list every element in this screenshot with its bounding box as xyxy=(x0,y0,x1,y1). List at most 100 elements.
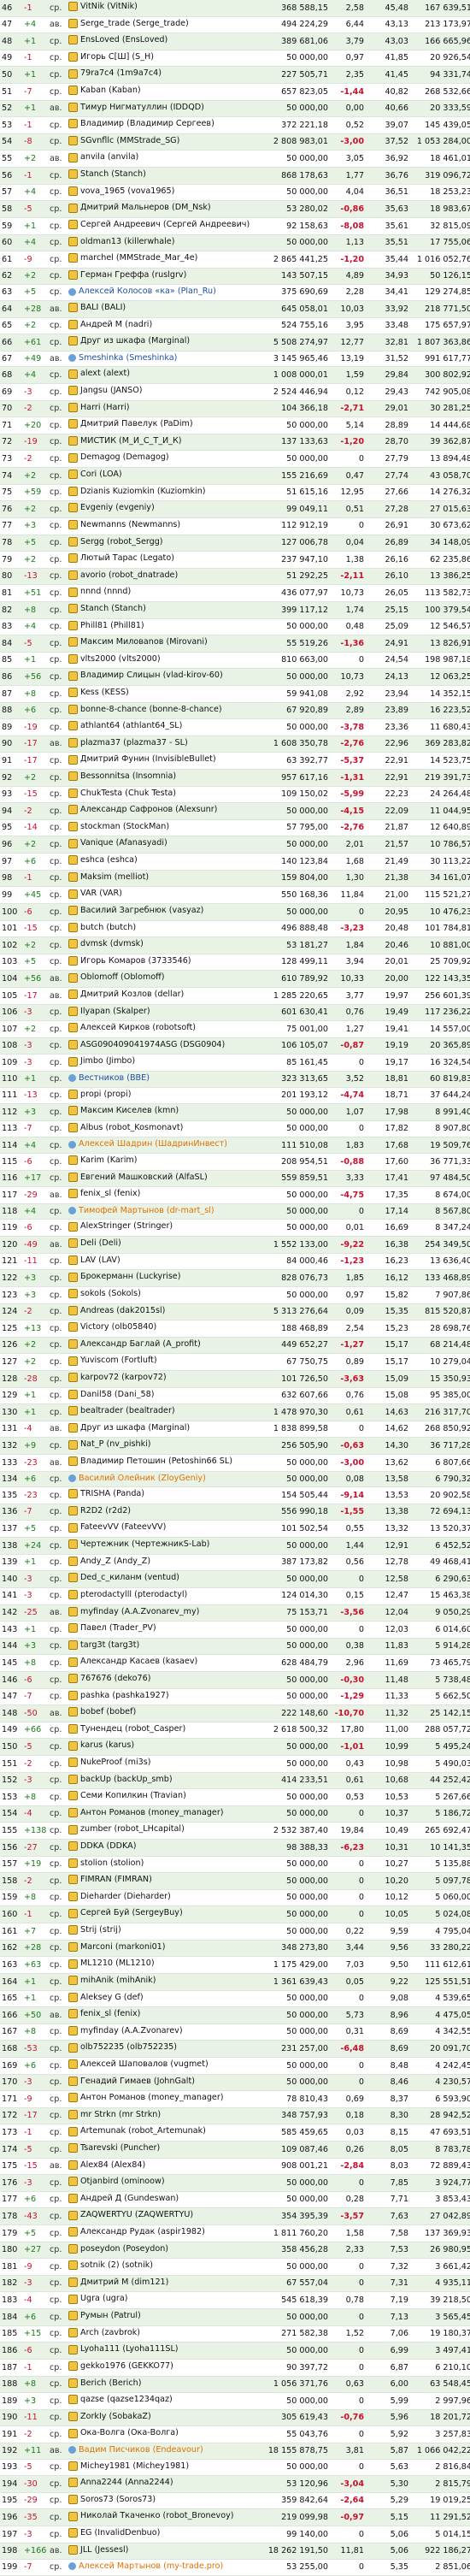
name-cell[interactable]: SGvnfllc (MMStrade_SG) xyxy=(67,133,260,151)
name-cell[interactable]: Nat_P (nv_pishki) xyxy=(67,1437,260,1456)
trader-name-link[interactable]: stockman (StockMan) xyxy=(80,820,169,833)
trader-name-link[interactable]: Victory (olb05840) xyxy=(80,1320,156,1333)
name-cell[interactable]: Брокерманн (Luckyrise) xyxy=(67,1269,260,1287)
trader-name-link[interactable]: Otjanbird (ominoow) xyxy=(80,2175,165,2188)
name-cell[interactable]: sotnik (2) (sotnik) xyxy=(67,2258,260,2276)
name-cell[interactable]: Андрей М (nadri) xyxy=(67,317,260,335)
name-cell[interactable]: AlexStringer (Stringer) xyxy=(67,1219,260,1238)
name-cell[interactable]: Andreas (dak2015sl) xyxy=(67,1303,260,1321)
name-cell[interactable]: athlant64 (athlant64_SL) xyxy=(67,718,260,736)
name-cell[interactable]: Вестников (BBE) xyxy=(67,1071,260,1088)
name-cell[interactable]: Алексей Мартынов (my-trade.pro) xyxy=(67,2559,260,2576)
trader-name-link[interactable]: Тимофей Мартынов (dr-mart_sl) xyxy=(79,1204,214,1217)
name-cell[interactable]: eshca (eshca) xyxy=(67,853,260,871)
name-cell[interactable]: Anna2244 (Anna2244) xyxy=(67,2475,260,2493)
trader-name-link[interactable]: Michey1981 (Michey1981) xyxy=(80,2460,189,2473)
trader-name-link[interactable]: Александр Сафронов (Alexsunr) xyxy=(80,803,217,816)
name-cell[interactable]: Александр Сафронов (Alexsunr) xyxy=(67,802,260,820)
trader-name-link[interactable]: gekko1976 (GEKKO77) xyxy=(80,2360,173,2372)
trader-name-link[interactable]: vova_1965 (vova1965) xyxy=(80,185,174,198)
name-cell[interactable]: vova_1965 (vova1965) xyxy=(67,184,260,202)
trader-name-link[interactable]: bealtrader (bealtrader) xyxy=(80,1404,175,1417)
trader-name-link[interactable]: Aleksey G (def) xyxy=(80,1991,144,2004)
trader-name-link[interactable]: Cori (LOA) xyxy=(80,468,122,481)
trader-name-link[interactable]: zumber (robot_LHcapital) xyxy=(80,1823,185,1835)
name-cell[interactable]: Jangsu (JANSO) xyxy=(67,383,260,401)
trader-name-link[interactable]: Антон Романов (money_manager) xyxy=(80,1806,224,1819)
name-cell[interactable]: Максим Миловanoв (Mirovani) xyxy=(67,635,260,653)
name-cell[interactable]: Семи Копилкин (Travian) xyxy=(67,1788,260,1806)
trader-name-link[interactable]: marchel (MMStrade_Mar_4e) xyxy=(80,251,197,264)
trader-name-link[interactable]: Сергей Буй (SergeyBuy) xyxy=(80,1906,183,1919)
trader-name-link[interactable]: Berich (Berich) xyxy=(80,2377,141,2390)
name-cell[interactable]: Ilyapan (Skalper) xyxy=(67,1004,260,1022)
trader-name-link[interactable]: Strij (strij) xyxy=(80,1923,121,1936)
trader-name-link[interactable]: Александр Баглай (A_profit) xyxy=(80,1338,201,1350)
trader-name-link[interactable]: Marconi (markoni01) xyxy=(80,1941,166,1953)
trader-name-link[interactable]: Deli (Deli) xyxy=(80,1237,121,1250)
trader-name-link[interactable]: Алексей Кирков (robotsoft) xyxy=(80,1021,196,1034)
name-cell[interactable]: Василий Загребнюк (vasyaz) xyxy=(67,903,260,921)
name-cell[interactable]: Генадий Гимаев (JohnGalt) xyxy=(67,2074,260,2092)
name-cell[interactable]: Владимир (Владимир Сергеев) xyxy=(67,116,260,134)
trader-name-link[interactable]: EnsLoved (EnsLoved) xyxy=(80,33,167,46)
trader-name-link[interactable]: Павел (Trader_PV) xyxy=(80,1622,156,1634)
trader-name-link[interactable]: Владимир Слицын (vlad-kirov-60) xyxy=(80,669,223,682)
trader-name-link[interactable]: Ded_c_киланм (ventud) xyxy=(80,1571,179,1584)
trader-name-link[interactable]: Владимир (Владимир Сергеев) xyxy=(80,117,214,130)
name-cell[interactable]: BALI (BALI) xyxy=(67,300,260,318)
trader-name-link[interactable]: backUp (backUp_smb) xyxy=(80,1773,173,1786)
trader-name-link[interactable]: Jangsu (JANSO) xyxy=(80,384,143,397)
name-cell[interactable]: Deli (Deli) xyxy=(67,1236,260,1254)
trader-name-link[interactable]: pashka (pashka1927) xyxy=(80,1689,169,1702)
trader-name-link[interactable]: Румын (Patrul) xyxy=(80,2309,141,2322)
trader-name-link[interactable]: Arch (zavbrok) xyxy=(80,2326,140,2339)
name-cell[interactable]: 767676 (deko76) xyxy=(67,1671,260,1689)
trader-name-link[interactable]: ASG090409041974ASG (DSG0904) xyxy=(80,1038,225,1051)
trader-name-link[interactable]: Andy_Z (Andy_Z) xyxy=(80,1555,150,1568)
trader-name-link[interactable]: Николай Ткаченко (robot_Bronevoy) xyxy=(80,2509,234,2522)
name-cell[interactable]: alext (alext) xyxy=(67,366,260,385)
name-cell[interactable]: Karim (Karim) xyxy=(67,1153,260,1171)
name-cell[interactable]: Друг из шкафа (Marginal) xyxy=(67,334,260,352)
name-cell[interactable]: olb752235 (olb752235) xyxy=(67,2040,260,2058)
trader-name-link[interactable]: LAV (LAV) xyxy=(80,1254,120,1267)
trader-name-link[interactable]: R2D2 (r2d2) xyxy=(80,1504,131,1517)
name-cell[interactable]: 79ra7c4 (1m9a7c4) xyxy=(67,66,260,85)
name-cell[interactable]: Ugra (ugra) xyxy=(67,2291,260,2310)
name-cell[interactable]: avorio (robot_dnatrade) xyxy=(67,568,260,586)
name-cell[interactable]: poseydon (Poseydon) xyxy=(67,2242,260,2260)
trader-name-link[interactable]: eshca (eshca) xyxy=(80,854,138,866)
name-cell[interactable]: Александр Баглай (A_profit) xyxy=(67,1337,260,1355)
trader-name-link[interactable]: Алексей Мартынов (my-trade.pro) xyxy=(79,2560,223,2573)
name-cell[interactable]: Алексей Кирков (robotsoft) xyxy=(67,1020,260,1038)
trader-name-link[interactable]: Друг из шкафа (Marginal) xyxy=(80,1421,190,1434)
name-cell[interactable]: bobef (bobef) xyxy=(67,1705,260,1722)
trader-name-link[interactable]: ChukTesta (Chuk Testa) xyxy=(80,787,176,800)
trader-name-link[interactable]: fenix_sl (fenix) xyxy=(80,1187,140,1200)
name-cell[interactable]: EG (InvalidDenbuo) xyxy=(67,2526,260,2544)
name-cell[interactable]: Stanch (Stanch) xyxy=(67,167,260,185)
name-cell[interactable]: myfinday (A.A.Zvonarev_my) xyxy=(67,1604,260,1622)
name-cell[interactable]: Андрей Д (Gundeswan) xyxy=(67,2191,260,2209)
name-cell[interactable]: Andy_Z (Andy_Z) xyxy=(67,1554,260,1572)
name-cell[interactable]: Alex84 (Alex84) xyxy=(67,2158,260,2176)
name-cell[interactable]: Герман Греффа (ruslgrv) xyxy=(67,268,260,286)
name-cell[interactable]: karpov72 (karpov72) xyxy=(67,1370,260,1388)
name-cell[interactable]: Ded_c_киланм (ventud) xyxy=(67,1570,260,1588)
name-cell[interactable]: Stanch (Stanch) xyxy=(67,601,260,619)
name-cell[interactable]: Soros73 (Soros73) xyxy=(67,2492,260,2510)
trader-name-link[interactable]: alext (alext) xyxy=(80,367,130,380)
trader-name-link[interactable]: Ока-Волга (Ока-Волга) xyxy=(80,2426,179,2439)
name-cell[interactable]: Алексей Шадрин (ШадринИнвест) xyxy=(67,1137,260,1155)
name-cell[interactable]: LAV (LAV) xyxy=(67,1253,260,1271)
name-cell[interactable]: Yuviscom (Fortluft) xyxy=(67,1353,260,1371)
name-cell[interactable]: Дмитрий Козлов (dellar) xyxy=(67,987,260,1005)
trader-name-link[interactable]: Тунендец (robot_Casper) xyxy=(80,1722,185,1735)
trader-name-link[interactable]: TRISHA (Panda) xyxy=(80,1487,144,1500)
name-cell[interactable]: МИСТИК (М_И_С_Т_И_К) xyxy=(67,434,260,452)
trader-name-link[interactable]: Андрей Д (Gundeswan) xyxy=(80,2192,179,2205)
name-cell[interactable]: ML1210 (ML1210) xyxy=(67,1956,260,1974)
name-cell[interactable]: Jimbo (Jimbo) xyxy=(67,1054,260,1072)
trader-name-link[interactable]: JLL (Jessesl) xyxy=(80,2544,128,2556)
